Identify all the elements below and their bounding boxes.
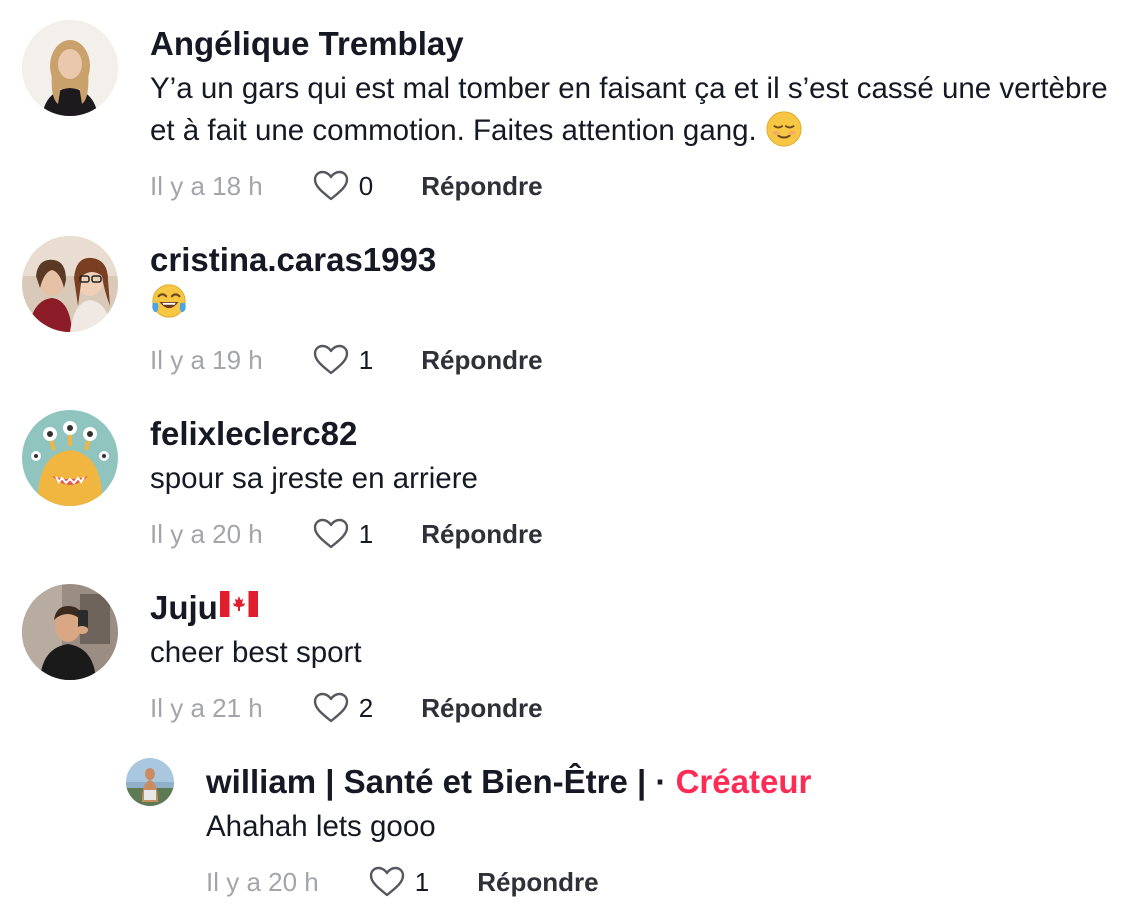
avatar[interactable] — [22, 20, 118, 116]
comment-text — [150, 282, 1110, 324]
like-button[interactable]: 1 — [313, 344, 373, 376]
comment-time: Il y a 20 h — [150, 518, 263, 549]
like-count: 1 — [358, 344, 374, 375]
heart-icon — [313, 692, 349, 724]
like-button[interactable]: 0 — [313, 170, 373, 202]
comment-time: Il y a 18 h — [150, 170, 263, 201]
heart-icon — [313, 170, 349, 202]
reply-time: Il y a 20 h — [206, 866, 319, 897]
comment-time: Il y a 21 h — [150, 692, 263, 723]
comment-meta: Il y a 19 h 1 Répondre — [150, 340, 543, 380]
separator-dot: · — [655, 763, 667, 800]
comment-text: Y’a un gars qui est mal tomber en faisan… — [150, 68, 1110, 152]
reply-button[interactable]: Répondre — [421, 171, 542, 202]
like-count: 2 — [358, 692, 374, 723]
comment-username[interactable]: cristina.caras1993 — [150, 240, 436, 280]
reply-text: Ahahah lets gooo — [206, 806, 1106, 848]
avatar[interactable] — [126, 758, 174, 806]
reply-button[interactable]: Répondre — [421, 519, 542, 550]
creator-badge: Créateur — [675, 763, 812, 800]
comment-username[interactable]: felixleclerc82 — [150, 414, 357, 454]
like-count: 0 — [358, 170, 374, 201]
reply-button[interactable]: Répondre — [421, 345, 542, 376]
comment-username[interactable]: Angélique Tremblay — [150, 24, 464, 64]
like-count: 1 — [414, 866, 430, 897]
comment-time: Il y a 19 h — [150, 344, 263, 375]
reply-meta: Il y a 20 h 1 Répondre — [206, 862, 599, 902]
like-button[interactable]: 1 — [369, 866, 429, 898]
like-button[interactable]: 2 — [313, 692, 373, 724]
reply-username[interactable]: william | Santé et Bien-Être | · Créateu… — [206, 762, 811, 802]
heart-icon — [313, 344, 349, 376]
comment-text: cheer best sport — [150, 632, 1110, 674]
comment-text-content: Y’a un gars qui est mal tomber en faisan… — [150, 72, 1108, 147]
canada-flag-icon — [219, 591, 258, 617]
comment-username[interactable]: Juju — [150, 588, 258, 628]
heart-icon — [369, 866, 405, 898]
comment-meta: Il y a 18 h 0 Répondre — [150, 166, 543, 206]
reply-text-content: Ahahah lets gooo — [206, 810, 436, 843]
reply-username-text: william | Santé et Bien-Être | — [206, 763, 647, 800]
reply-button[interactable]: Répondre — [477, 867, 598, 898]
comment-meta: Il y a 21 h 2 Répondre — [150, 688, 543, 728]
comment-text-content: cheer best sport — [150, 636, 362, 669]
like-button[interactable]: 1 — [313, 518, 373, 550]
like-count: 1 — [358, 518, 374, 549]
heart-icon — [313, 518, 349, 550]
comment-text-content: spour sa jreste en arriere — [150, 462, 478, 495]
reply-button[interactable]: Répondre — [421, 693, 542, 724]
avatar[interactable] — [22, 584, 118, 680]
comment-text: spour sa jreste en arriere — [150, 458, 1110, 500]
tears-of-joy-face-icon — [150, 282, 188, 320]
avatar[interactable] — [22, 410, 118, 506]
comment-meta: Il y a 20 h 1 Répondre — [150, 514, 543, 554]
comment-username-text: Juju — [150, 589, 218, 626]
avatar[interactable] — [22, 236, 118, 332]
relieved-face-icon — [765, 110, 803, 148]
